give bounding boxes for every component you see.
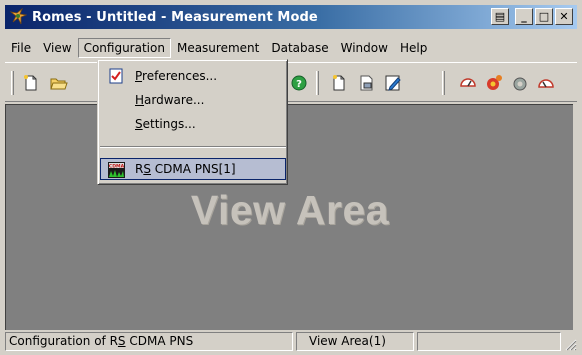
window-controls: ▤ _ □ ✕	[491, 8, 573, 25]
cdma-pns-icon: CDMA	[108, 162, 125, 178]
menu-item-hardware[interactable]: Hardware...	[100, 89, 286, 111]
menu-measurement[interactable]: Measurement	[171, 38, 265, 58]
status-bar: Configuration of RS CDMA PNS View Area(1…	[5, 331, 577, 351]
start-measurement-icon[interactable]	[485, 74, 503, 92]
restore-icon: ▤	[494, 10, 506, 23]
menu-configuration[interactable]: Configuration	[77, 38, 171, 58]
menu-view[interactable]: View	[37, 38, 77, 58]
menu-item-preferences[interactable]: Preferences...	[100, 65, 286, 87]
menu-window[interactable]: Window	[335, 38, 394, 58]
menu-item-rs-cdma-pns[interactable]: CDMA RS CDMA PNS[1]	[100, 158, 286, 180]
close-button[interactable]: ✕	[555, 8, 573, 25]
gauge-icon[interactable]	[459, 74, 477, 92]
status-view-pane: View Area(1)	[296, 332, 414, 351]
window-title: Romes - Untitled - Measurement Mode	[32, 9, 318, 25]
maximize-icon: □	[538, 10, 550, 23]
app-window: Romes - Untitled - Measurement Mode ▤ _ …	[0, 0, 582, 355]
status-message: Configuration of RS CDMA PNS	[5, 332, 293, 351]
view-area-label: View Area	[190, 187, 390, 233]
toolbar-separator-2	[442, 71, 445, 95]
minimize-icon: _	[521, 10, 527, 23]
maximize-button[interactable]: □	[535, 8, 553, 25]
close-icon: ✕	[559, 10, 569, 23]
help-icon[interactable]: ?	[290, 74, 308, 92]
resize-grip-icon[interactable]	[563, 337, 577, 351]
new-document-icon[interactable]	[330, 74, 348, 92]
view-area[interactable]: View Area	[5, 104, 573, 330]
gauge-check-icon[interactable]	[537, 74, 555, 92]
export-document-icon[interactable]	[358, 74, 376, 92]
romes-app-icon[interactable]	[9, 7, 28, 26]
title-bar[interactable]: Romes - Untitled - Measurement Mode ▤ _ …	[5, 5, 577, 29]
toolbar: ?	[5, 62, 577, 102]
menu-bar: File View Configuration Measurement Data…	[5, 36, 577, 60]
menu-database[interactable]: Database	[265, 38, 334, 58]
preferences-icon	[108, 68, 125, 84]
new-file-icon[interactable]	[22, 74, 40, 92]
minimize-button[interactable]: _	[515, 8, 533, 25]
toolbar-grip[interactable]	[11, 71, 14, 95]
menu-file[interactable]: File	[5, 38, 37, 58]
menu-separator	[100, 146, 286, 148]
configuration-menu: Preferences... Hardware... Settings... C…	[97, 59, 288, 185]
svg-text:?: ?	[296, 79, 302, 90]
open-folder-icon[interactable]	[50, 74, 68, 92]
stop-measurement-icon[interactable]	[511, 74, 529, 92]
status-empty-pane	[417, 332, 561, 351]
toolbar-separator	[316, 71, 319, 95]
restore-window-button[interactable]: ▤	[491, 8, 509, 25]
menu-help[interactable]: Help	[394, 38, 433, 58]
svg-text:CDMA: CDMA	[109, 163, 125, 169]
edit-document-icon[interactable]	[384, 74, 402, 92]
menu-item-settings[interactable]: Settings...	[100, 113, 286, 135]
